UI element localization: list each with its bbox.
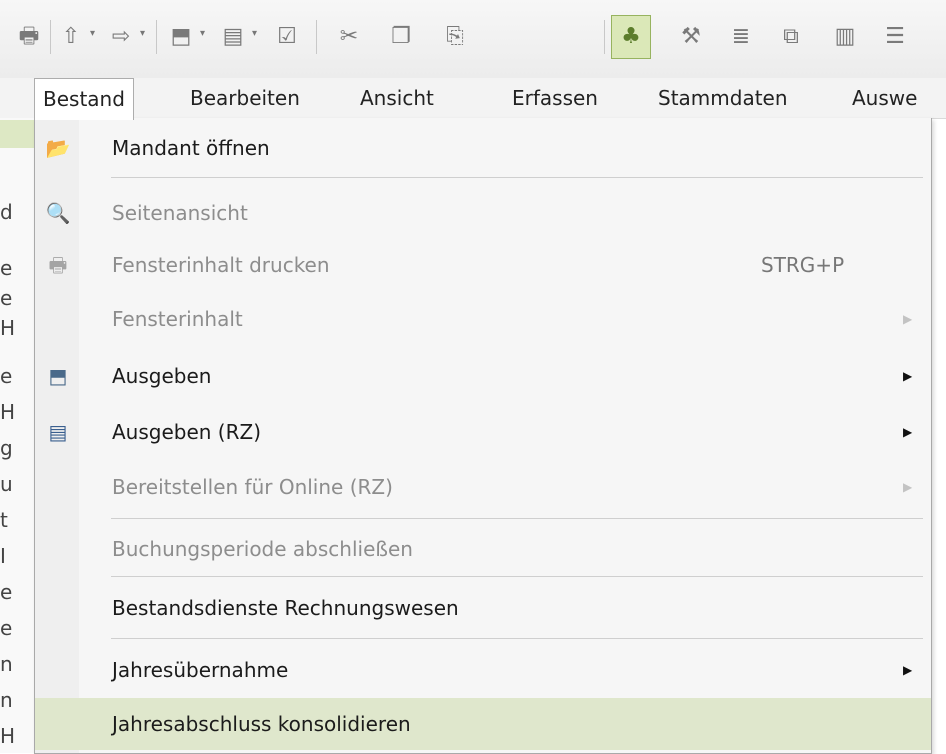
- background-text: u: [0, 472, 13, 496]
- menu-item-label: Fensterinhalt drucken: [112, 253, 330, 277]
- background-text: d: [0, 200, 13, 224]
- background-content: d e e H e H g u t I e e n n H: [0, 118, 34, 753]
- background-highlight-row: [0, 120, 34, 148]
- menu-item-label: Bestandsdienste Rechnungswesen: [112, 596, 459, 620]
- background-text: e: [0, 364, 13, 388]
- background-text: I: [0, 544, 6, 568]
- wrench-icon[interactable]: ⚒: [676, 22, 706, 52]
- toolbar-separator: [50, 20, 51, 54]
- toolbar: 🖶 ⇧ ▾ ⇨ ▾ ⬒ ▾ ▤ ▾ ☑ ✂ ❐ ⎘ ♣ ⚒ ≣ ⧉ ▥ ☰: [0, 0, 946, 78]
- background-text: H: [0, 316, 16, 340]
- chevron-down-icon[interactable]: ▾: [140, 28, 145, 39]
- menu-item-buchungsperiode-abschliessen[interactable]: Buchungsperiode abschließen: [35, 523, 931, 575]
- export-icon[interactable]: ⬒: [166, 22, 196, 52]
- background-text: t: [0, 508, 8, 532]
- export-rz-icon: ▤: [48, 420, 68, 444]
- menu-item-bestandsdienste-rechnungswesen[interactable]: Bestandsdienste Rechnungswesen: [35, 582, 931, 634]
- menu-item-ausgeben-rz[interactable]: ▤ Ausgeben (RZ) ▶: [35, 406, 931, 458]
- cut-icon[interactable]: ✂: [334, 22, 364, 52]
- printer-icon: 🖶: [48, 253, 68, 277]
- menu-item-mandant-oeffnen[interactable]: 📂 Mandant öffnen: [35, 122, 931, 174]
- printer-icon[interactable]: 🖶: [14, 22, 44, 52]
- menu-shortcut: STRG+P: [761, 253, 845, 277]
- background-text: e: [0, 286, 13, 310]
- submenu-arrow-icon: ▶: [903, 480, 913, 494]
- open-folder-icon: 📂: [45, 136, 71, 160]
- menu-item-label: Fensterinhalt: [112, 307, 243, 331]
- chevron-down-icon[interactable]: ▾: [90, 28, 95, 39]
- menu-erfassen[interactable]: Erfassen: [512, 78, 598, 118]
- menu-bearbeiten[interactable]: Bearbeiten: [190, 78, 300, 118]
- menu-separator: [111, 518, 923, 519]
- export-rz-icon[interactable]: ▤: [218, 22, 248, 52]
- toolbar-separator: [316, 20, 317, 54]
- menu-bestand[interactable]: Bestand: [34, 78, 134, 120]
- bestand-dropdown-menu: 📂 Mandant öffnen 🔍 Seitenansicht 🖶 Fenst…: [34, 118, 932, 754]
- menu-stammdaten[interactable]: Stammdaten: [658, 78, 788, 118]
- submenu-arrow-icon: ▶: [903, 663, 913, 677]
- background-text: g: [0, 436, 13, 460]
- toolbar-separator: [156, 20, 157, 54]
- menu-item-fensterinhalt[interactable]: Fensterinhalt ▶: [35, 293, 931, 345]
- print-preview-icon: 🔍: [45, 201, 71, 225]
- menu-ansicht[interactable]: Ansicht: [360, 78, 434, 118]
- menu-item-seitenansicht[interactable]: 🔍 Seitenansicht: [35, 187, 931, 239]
- menu-item-bereitstellen-online-rz[interactable]: Bereitstellen für Online (RZ) ▶: [35, 461, 931, 513]
- menu-item-label: Ausgeben (RZ): [112, 420, 262, 444]
- menu-item-label: Jahresübernahme: [112, 658, 289, 682]
- background-text: e: [0, 580, 13, 604]
- menu-item-jahresabschluss-konsolidieren[interactable]: Jahresabschluss konsolidieren: [35, 698, 931, 750]
- menu-item-label: Seitenansicht: [112, 201, 248, 225]
- submenu-arrow-icon: ▶: [903, 312, 913, 326]
- indent-icon[interactable]: ≣: [726, 22, 756, 52]
- list-icon[interactable]: ☰: [880, 22, 910, 52]
- menu-item-ausgeben[interactable]: ⬒ Ausgeben ▶: [35, 350, 931, 402]
- menu-bar: Bestand Bearbeiten Ansicht Erfassen Stam…: [0, 78, 946, 120]
- menu-separator: [111, 177, 923, 178]
- menu-item-label: Jahresabschluss konsolidieren: [112, 712, 411, 736]
- menu-separator: [111, 638, 923, 639]
- document-icon[interactable]: ▥: [830, 22, 860, 52]
- submenu-arrow-icon: ▶: [903, 425, 913, 439]
- arrow-up-icon[interactable]: ⇧: [56, 22, 86, 52]
- menu-item-fensterinhalt-drucken[interactable]: 🖶 Fensterinhalt drucken STRG+P: [35, 239, 931, 291]
- menu-item-jahresuebernahme[interactable]: Jahresübernahme ▶: [35, 644, 931, 696]
- menu-item-label: Mandant öffnen: [112, 136, 270, 160]
- copy-icon[interactable]: ❐: [386, 22, 416, 52]
- tree-icon[interactable]: ♣: [616, 22, 646, 52]
- background-text: H: [0, 400, 16, 424]
- window-icon[interactable]: ⧉: [776, 22, 806, 52]
- export-icon: ⬒: [48, 364, 68, 388]
- submenu-arrow-icon: ▶: [903, 369, 913, 383]
- menu-item-label: Buchungsperiode abschließen: [112, 537, 413, 561]
- chevron-down-icon[interactable]: ▾: [252, 28, 257, 39]
- paste-icon[interactable]: ⎘: [440, 22, 470, 52]
- background-text: H: [0, 724, 16, 748]
- arrow-right-icon[interactable]: ⇨: [106, 22, 136, 52]
- menu-separator: [111, 576, 923, 577]
- background-text: n: [0, 688, 13, 712]
- background-text: e: [0, 256, 13, 280]
- background-text: n: [0, 652, 13, 676]
- menu-auswertungen[interactable]: Auswe: [852, 78, 917, 118]
- chevron-down-icon[interactable]: ▾: [200, 28, 205, 39]
- toolbar-separator: [604, 20, 605, 54]
- menu-item-label: Ausgeben: [112, 364, 212, 388]
- checklist-icon[interactable]: ☑: [272, 22, 302, 52]
- menu-item-label: Bereitstellen für Online (RZ): [112, 475, 393, 499]
- background-text: e: [0, 616, 13, 640]
